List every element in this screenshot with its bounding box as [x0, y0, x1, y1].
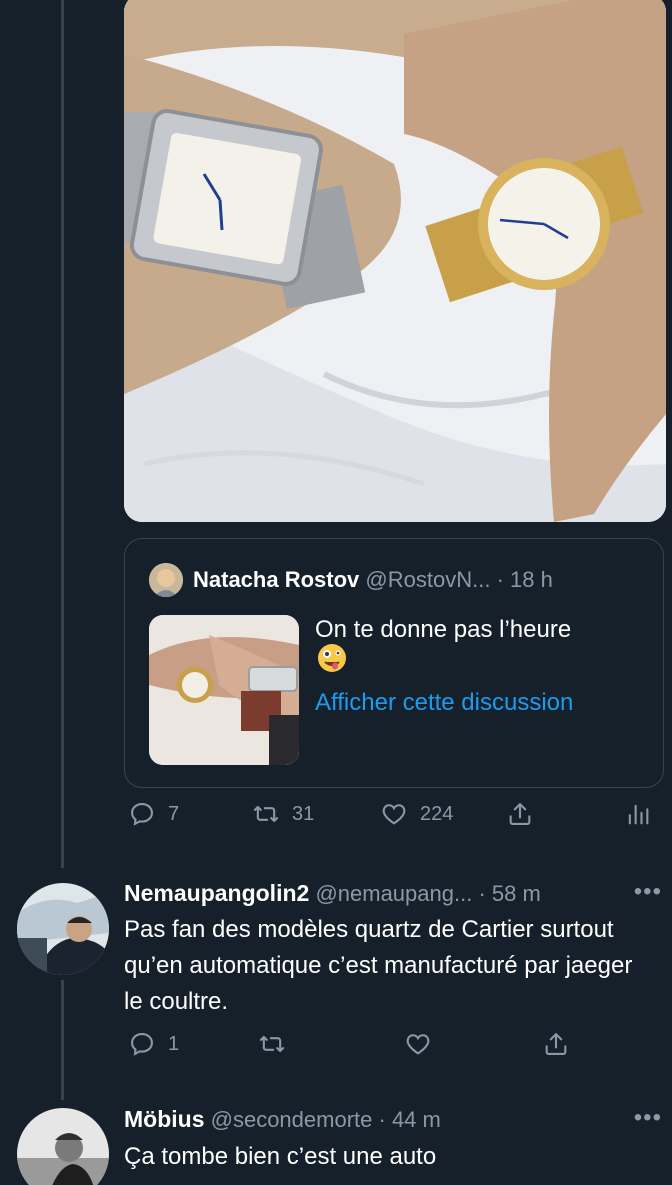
thread-line: [61, 980, 64, 1100]
reply-text: Ça tombe bien c’est une auto: [124, 1143, 437, 1170]
retweet-button[interactable]: 31: [252, 800, 314, 828]
reply-handle[interactable]: @secondemorte: [211, 1107, 373, 1132]
avatar[interactable]: [17, 1108, 109, 1185]
tweet-media-photo[interactable]: [124, 0, 666, 522]
reply-count: 7: [168, 802, 180, 825]
reply-header: Möbius @secondemorte · 44 m: [124, 1106, 441, 1133]
reply-icon: [131, 1033, 153, 1056]
retweet-icon: [253, 805, 279, 823]
reply-icon: [131, 803, 153, 826]
zany-face-emoji-icon: [317, 643, 347, 673]
avatar[interactable]: [149, 563, 183, 597]
more-options-button[interactable]: •••: [634, 878, 662, 906]
like-count: 224: [420, 802, 454, 825]
like-button[interactable]: 224: [380, 800, 453, 828]
heart-icon: [382, 804, 406, 825]
reply-actions: 1: [124, 1030, 664, 1070]
tweet-thread: Natacha Rostov @RostovN... · 18 h On te …: [0, 0, 672, 1185]
share-button[interactable]: [506, 800, 534, 828]
like-button[interactable]: [404, 1030, 432, 1058]
more-options-button[interactable]: •••: [634, 1104, 662, 1132]
reply-button[interactable]: 7: [128, 800, 179, 828]
avatar[interactable]: [17, 883, 109, 975]
heart-icon: [406, 1034, 430, 1055]
share-button[interactable]: [542, 1030, 570, 1058]
share-icon: [545, 1033, 567, 1055]
retweet-button[interactable]: [258, 1030, 286, 1058]
quoted-tweet-header: Natacha Rostov @RostovN... · 18 h: [193, 567, 553, 593]
reply-author[interactable]: Nemaupangolin2: [124, 880, 309, 906]
tweet-actions: 7 31 224: [124, 800, 664, 840]
reply-count: 1: [168, 1032, 180, 1055]
reply-text: Pas fan des modèles quartz de Cartier su…: [124, 916, 633, 1015]
retweet-count: 31: [292, 802, 315, 825]
quoted-tweet-author[interactable]: Natacha Rostov: [193, 567, 359, 592]
quoted-tweet-handle[interactable]: @RostovN...: [365, 567, 490, 592]
reply-time: · 58 m: [478, 881, 541, 906]
analytics-button[interactable]: [624, 800, 652, 828]
reply-author[interactable]: Möbius: [124, 1106, 205, 1132]
reply-header: Nemaupangolin2 @nemaupang... · 58 m: [124, 880, 541, 907]
quoted-tweet-media[interactable]: [149, 615, 299, 765]
share-icon: [509, 803, 531, 825]
reply-time: · 44 m: [378, 1107, 441, 1132]
reply-handle[interactable]: @nemaupang...: [315, 881, 472, 906]
retweet-icon: [259, 1035, 285, 1053]
quoted-tweet[interactable]: Natacha Rostov @RostovN... · 18 h On te …: [124, 538, 664, 788]
reply-button[interactable]: 1: [128, 1030, 179, 1058]
quoted-tweet-time: · 18 h: [496, 567, 553, 592]
thread-line: [61, 0, 64, 868]
show-thread-link[interactable]: Afficher cette discussion: [315, 689, 573, 717]
analytics-icon: [628, 804, 649, 825]
quoted-tweet-text: On te donne pas l’heure: [315, 616, 572, 643]
